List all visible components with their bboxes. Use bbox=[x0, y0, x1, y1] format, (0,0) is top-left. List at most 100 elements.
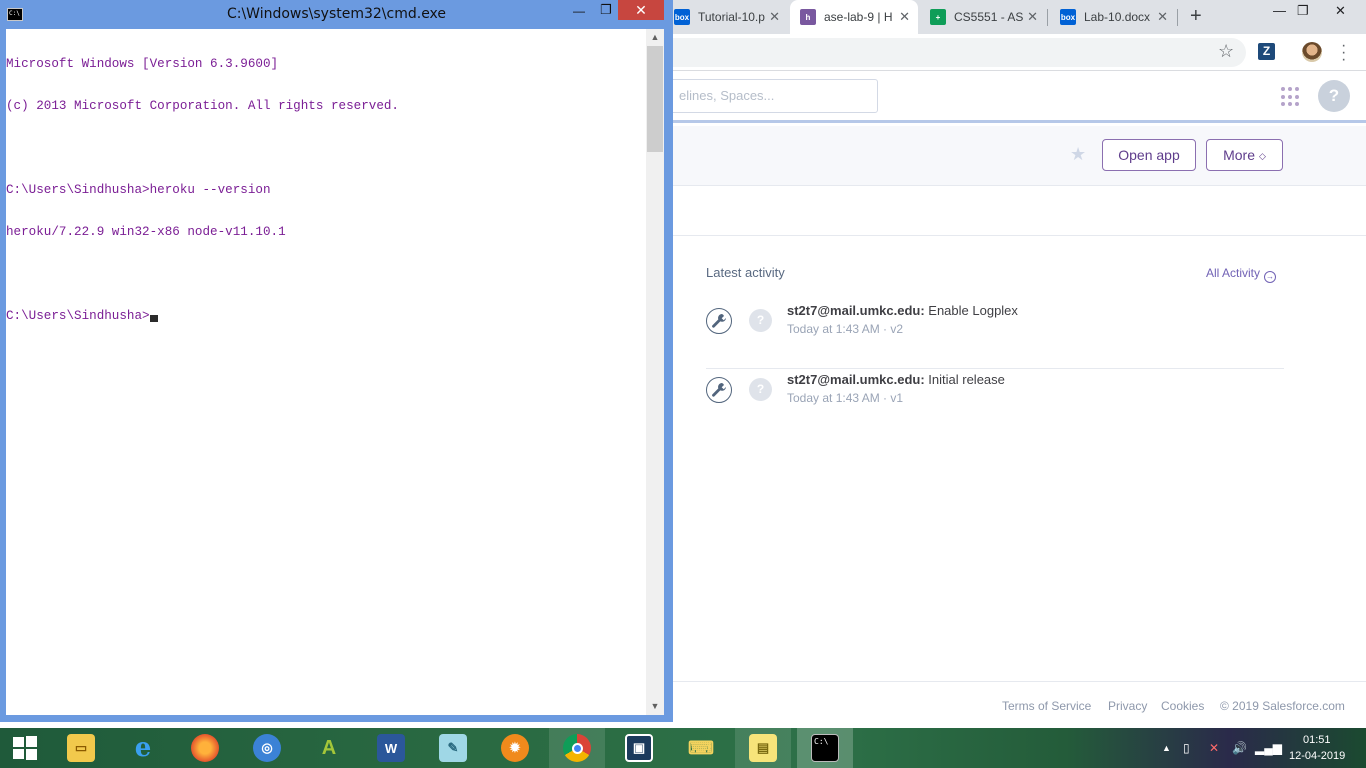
chrome-icon bbox=[563, 734, 591, 762]
close-button[interactable]: ✕ bbox=[1335, 3, 1346, 19]
tab-title: ase-lab-9 | H bbox=[824, 10, 893, 24]
taskbar-firefox[interactable] bbox=[177, 728, 233, 768]
close-icon[interactable]: ✕ bbox=[1027, 9, 1038, 25]
system-tray: ▲ ▯ ✕ 🔊 ▂▄▆ bbox=[1156, 728, 1306, 768]
taskbar-word[interactable]: W bbox=[363, 728, 419, 768]
bookmark-star-icon[interactable]: ☆ bbox=[1218, 41, 1234, 62]
box-icon: box bbox=[674, 9, 690, 25]
volume-icon[interactable]: 🔊 bbox=[1232, 741, 1247, 755]
sheets-icon: + bbox=[930, 9, 946, 25]
copyright-text: © 2019 Salesforce.com bbox=[1220, 699, 1345, 713]
user-avatar: ? bbox=[749, 378, 772, 401]
cookies-link[interactable]: Cookies bbox=[1161, 699, 1204, 713]
network-tool-icon: ⌨ bbox=[688, 737, 714, 758]
tab-title: Lab-10.docx bbox=[1084, 10, 1151, 24]
activity-meta: Today at 1:43 AM · v1 bbox=[787, 391, 904, 405]
close-icon[interactable]: ✕ bbox=[1157, 9, 1168, 25]
android-studio-icon: A bbox=[321, 736, 337, 759]
close-icon[interactable]: ✕ bbox=[769, 9, 780, 25]
show-hidden-icons-chevron-icon[interactable]: ▲ bbox=[1162, 743, 1171, 753]
console-line: C:\Users\Sindhusha>heroku --version bbox=[6, 183, 271, 197]
tab-ase-lab-9[interactable]: h ase-lab-9 | H ✕ bbox=[790, 0, 918, 34]
tab-tutorial[interactable]: box Tutorial-10.p ✕ bbox=[664, 0, 788, 34]
console-prompt: C:\Users\Sindhusha> bbox=[6, 309, 150, 323]
clock-date[interactable]: 12-04-2019 bbox=[1289, 750, 1345, 762]
cmd-window: C:\ C:\Windows\system32\cmd.exe — ❐ ✕ Mi… bbox=[0, 0, 673, 722]
close-button[interactable]: ✕ bbox=[618, 0, 664, 20]
clock-time[interactable]: 01:51 bbox=[1303, 734, 1331, 746]
cmd-icon: C:\ bbox=[811, 734, 839, 762]
favorite-star-icon[interactable]: ★ bbox=[1070, 144, 1086, 165]
new-tab-button[interactable]: + bbox=[1190, 5, 1202, 28]
taskbar-file-explorer[interactable]: ▭ bbox=[53, 728, 109, 768]
scrollbar-thumb[interactable] bbox=[647, 46, 663, 152]
privacy-link[interactable]: Privacy bbox=[1108, 699, 1147, 713]
start-button[interactable] bbox=[0, 728, 50, 768]
activity-user: st2t7@mail.umkc.edu: bbox=[787, 303, 925, 318]
more-button[interactable]: More ◇ bbox=[1206, 139, 1283, 171]
terms-link[interactable]: Terms of Service bbox=[1002, 699, 1091, 713]
scroll-down-arrow-icon[interactable]: ▼ bbox=[646, 698, 664, 715]
close-icon[interactable]: ✕ bbox=[899, 9, 910, 25]
taskbar-orange-app[interactable]: ✹ bbox=[487, 728, 543, 768]
network-warning-icon[interactable]: ✕ bbox=[1209, 741, 1219, 755]
tab-lab-10[interactable]: box Lab-10.docx ✕ bbox=[1050, 0, 1176, 34]
activity-action: Enable Logplex bbox=[924, 303, 1018, 318]
cmd-console[interactable]: Microsoft Windows [Version 6.3.9600] (c)… bbox=[6, 29, 664, 715]
device-icon[interactable]: ▯ bbox=[1183, 741, 1190, 755]
minimize-button[interactable]: — bbox=[1273, 3, 1286, 18]
word-icon: W bbox=[377, 734, 405, 762]
heroku-icon: h bbox=[800, 9, 816, 25]
console-output[interactable]: Microsoft Windows [Version 6.3.9600] (c)… bbox=[6, 29, 646, 715]
file-explorer-icon: ▭ bbox=[67, 734, 95, 762]
taskbar: ▭ e ◎ A W ✎ ✹ ▣ ⌨ ▤ C:\ ▲ ▯ ✕ 🔊 ▂▄▆ 01:5… bbox=[0, 728, 1366, 768]
profile-avatar[interactable] bbox=[1302, 42, 1322, 62]
tab-cs5551[interactable]: + CS5551 - AS ✕ bbox=[920, 0, 1046, 34]
taskbar-gitkraken[interactable]: ▣ bbox=[611, 728, 667, 768]
chevron-updown-icon: ◇ bbox=[1258, 151, 1266, 161]
vertical-scrollbar[interactable]: ▲ ▼ bbox=[646, 29, 664, 715]
taskbar-notepad[interactable]: ✎ bbox=[425, 728, 481, 768]
user-avatar[interactable]: ? bbox=[1318, 80, 1350, 112]
address-bar[interactable] bbox=[600, 38, 1246, 67]
tab-title: CS5551 - AS bbox=[954, 10, 1024, 24]
sticky-notes-icon: ▤ bbox=[749, 734, 777, 762]
gitkraken-icon: ▣ bbox=[625, 734, 653, 762]
cmd-title-bar[interactable]: C:\ C:\Windows\system32\cmd.exe — ❐ ✕ bbox=[0, 0, 673, 29]
taskbar-chrome[interactable] bbox=[549, 728, 605, 768]
console-line: heroku/7.22.9 win32-x86 node-v11.10.1 bbox=[6, 225, 286, 239]
all-activity-link[interactable]: All Activity → bbox=[1206, 266, 1277, 283]
internet-explorer-icon: e bbox=[134, 733, 152, 763]
taskbar-internet-explorer[interactable]: e bbox=[115, 728, 171, 768]
scroll-up-arrow-icon[interactable]: ▲ bbox=[646, 29, 664, 46]
taskbar-network-tool[interactable]: ⌨ bbox=[673, 728, 729, 768]
wifi-signal-icon[interactable]: ▂▄▆ bbox=[1255, 741, 1282, 755]
taskbar-android-studio[interactable]: A bbox=[301, 728, 357, 768]
activity-description: st2t7@mail.umkc.edu: Enable Logplex bbox=[787, 303, 1018, 318]
tab-divider bbox=[1177, 9, 1178, 26]
taskbar-app[interactable]: ◎ bbox=[239, 728, 295, 768]
apps-grid-icon[interactable] bbox=[1281, 87, 1301, 107]
activity-description: st2t7@mail.umkc.edu: Initial release bbox=[787, 372, 1005, 387]
activity-action: Initial release bbox=[924, 372, 1005, 387]
all-activity-label: All Activity bbox=[1206, 266, 1261, 280]
console-line: Microsoft Windows [Version 6.3.9600] bbox=[6, 57, 279, 71]
minimize-button[interactable]: — bbox=[569, 4, 589, 20]
restore-button[interactable]: ❐ bbox=[596, 2, 616, 18]
text-cursor bbox=[149, 315, 158, 322]
notepad-icon: ✎ bbox=[439, 734, 467, 762]
user-avatar: ? bbox=[749, 309, 772, 332]
console-prompt-line: C:\Users\Sindhusha> bbox=[6, 309, 646, 323]
taskbar-cmd[interactable]: C:\ bbox=[797, 728, 853, 768]
kebab-menu-icon[interactable]: · · · bbox=[1341, 38, 1346, 68]
open-app-button[interactable]: Open app bbox=[1102, 139, 1196, 171]
zotero-extension-icon[interactable]: Z bbox=[1258, 43, 1275, 60]
arrow-right-circle-icon: → bbox=[1264, 271, 1277, 283]
more-label: More bbox=[1223, 147, 1255, 163]
wrench-icon bbox=[706, 308, 732, 334]
activity-user: st2t7@mail.umkc.edu: bbox=[787, 372, 925, 387]
maximize-button[interactable]: ❐ bbox=[1297, 3, 1309, 19]
activity-meta: Today at 1:43 AM · v2 bbox=[787, 322, 904, 336]
taskbar-sticky-notes[interactable]: ▤ bbox=[735, 728, 791, 768]
